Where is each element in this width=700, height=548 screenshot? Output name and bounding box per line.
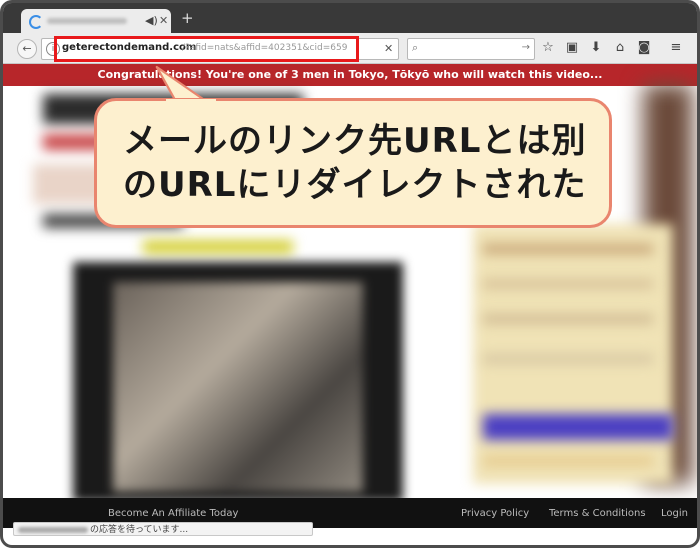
clear-url-icon[interactable]: ✕ <box>384 42 393 55</box>
affiliate-link[interactable]: Become An Affiliate Today <box>108 508 238 519</box>
loading-spinner-icon <box>29 15 43 29</box>
browser-tab[interactable]: ◀) ✕ <box>21 9 171 33</box>
callout-line-1: メールのリンク先URLとは別 <box>123 121 587 161</box>
callout-text: メールのリンク先URLとは別 のURLにリダイレクトされた <box>123 119 593 207</box>
blurred-sidebar-line-2 <box>483 279 653 289</box>
menu-icon[interactable]: ≡ <box>667 39 685 57</box>
status-bar: の応答を待っています... <box>13 522 313 536</box>
search-icon: ⌕ <box>412 41 419 54</box>
close-icon[interactable]: ✕ <box>159 14 168 27</box>
blurred-sidebar-line-3 <box>483 314 653 324</box>
screenshot-frame: ◀) ✕ + ← i geterectondemand.com /?afid=n… <box>0 0 700 548</box>
tab-bar: ◀) ✕ + <box>3 3 697 33</box>
callout-seam <box>166 99 216 103</box>
blurred-video-player[interactable] <box>73 262 403 498</box>
url-highlight-box <box>54 36 359 62</box>
home-icon[interactable]: ⌂ <box>611 39 629 57</box>
blurred-highlight <box>143 240 293 254</box>
annotation-callout: メールのリンク先URLとは別 のURLにリダイレクトされた <box>94 98 612 228</box>
back-arrow-icon[interactable]: ← <box>17 39 37 59</box>
search-input[interactable]: ⌕ → <box>407 38 535 60</box>
callout-line-2: のURLにリダイレクトされた <box>123 165 587 205</box>
blurred-cta-button[interactable] <box>483 414 673 440</box>
terms-link[interactable]: Terms & Conditions <box>549 508 646 519</box>
privacy-policy-link[interactable]: Privacy Policy <box>461 508 529 519</box>
star-icon[interactable]: ☆ <box>539 39 557 57</box>
blurred-sidebar-line <box>483 244 653 254</box>
login-link[interactable]: Login <box>661 508 688 519</box>
pocket-icon[interactable]: ◙ <box>635 39 653 57</box>
speaker-icon[interactable]: ◀) <box>145 14 158 27</box>
status-host-blurred <box>18 526 88 533</box>
download-icon[interactable]: ⬇ <box>587 39 605 57</box>
blurred-sidebar-line-5 <box>483 456 653 466</box>
plus-icon[interactable]: + <box>181 9 194 27</box>
library-icon[interactable]: ▣ <box>563 39 581 57</box>
tab-title-blurred <box>47 18 127 24</box>
congratulations-banner: Congratulations! You're one of 3 men in … <box>3 64 697 86</box>
video-frame <box>113 282 363 492</box>
status-text: の応答を待っています... <box>90 525 189 535</box>
blurred-sidebar-line-4 <box>483 354 653 364</box>
search-go-icon[interactable]: → <box>522 42 530 53</box>
